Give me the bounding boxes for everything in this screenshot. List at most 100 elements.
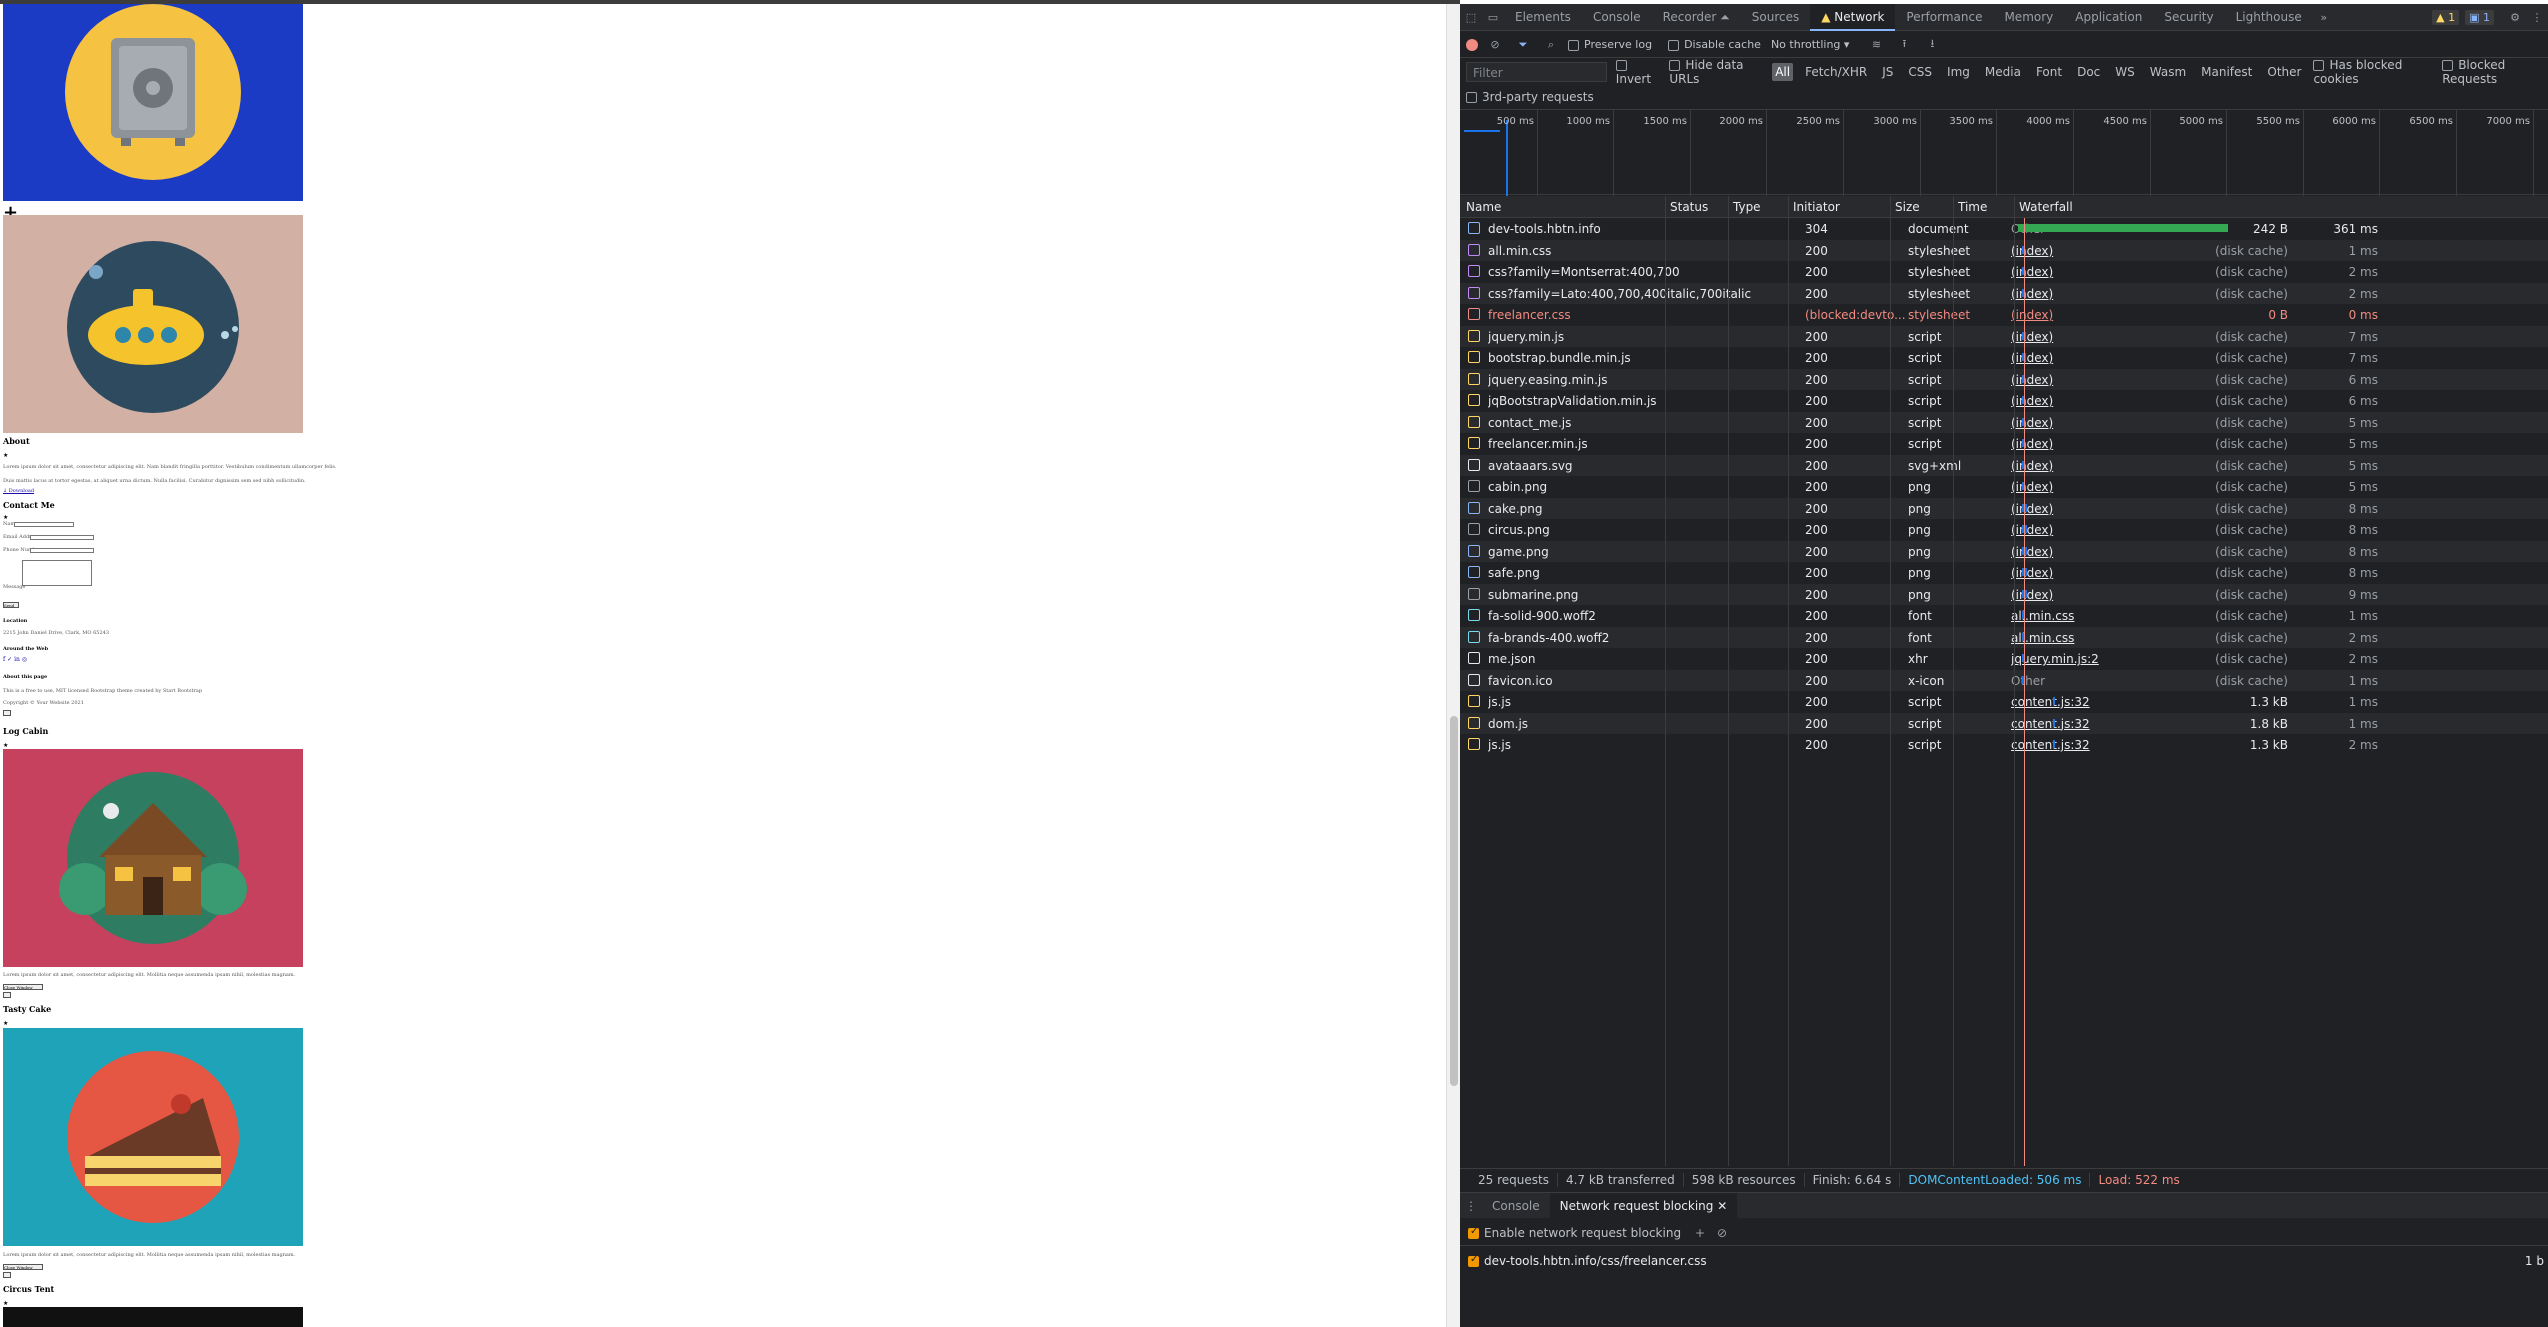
request-row[interactable]: safe.png 200 png (index) (disk cache) 8 ms [1460, 562, 2548, 584]
has-blocked-cookies-checkbox[interactable]: Has blocked cookies [2313, 58, 2433, 86]
request-name[interactable]: freelancer.css [1488, 308, 1793, 322]
type-filter-js[interactable]: JS [1879, 63, 1896, 81]
social-icons[interactable]: f ✓ in ◎ [3, 656, 27, 664]
request-initiator[interactable]: all.min.css [2011, 609, 2171, 623]
request-name[interactable]: all.min.css [1488, 244, 1793, 258]
request-initiator[interactable]: (index) [2011, 523, 2171, 537]
filter-icon[interactable]: ⏷ [1512, 34, 1534, 56]
request-name[interactable]: jquery.min.js [1488, 330, 1793, 344]
page-scrollbar[interactable] [1446, 4, 1460, 1327]
request-initiator[interactable]: (index) [2011, 588, 2171, 602]
tab-application[interactable]: Application [2064, 4, 2153, 31]
request-initiator[interactable]: (index) [2011, 373, 2171, 387]
request-row[interactable]: bootstrap.bundle.min.js 200 script (index)(… [1460, 347, 2548, 369]
request-row[interactable]: freelancer.min.js 200 script (index) (disk c… [1460, 433, 2548, 455]
phone-input[interactable] [30, 548, 94, 553]
type-filter-ws[interactable]: WS [2112, 63, 2137, 81]
request-row[interactable]: cabin.png 200 png (index) (disk cache) 5 ms [1460, 476, 2548, 498]
kebab-menu-icon[interactable]: ⋮ [2526, 6, 2548, 28]
request-row[interactable]: dom.js 200 script content.js:32 1.8 kB 1 ms [1460, 712, 2548, 734]
timeline-overview[interactable]: 500 ms 1000 ms 1500 ms 2000 ms 2500 ms 3000 m… [1460, 109, 2548, 196]
request-name[interactable]: css?family=Lato:400,700,400italic,700ita… [1488, 287, 1793, 301]
safe-image[interactable] [3, 4, 303, 201]
request-initiator[interactable]: (index) [2011, 437, 2171, 451]
col-waterfall[interactable]: Waterfall [2019, 200, 2073, 214]
tab-elements[interactable]: Elements [1504, 4, 1582, 31]
hide-data-urls-box[interactable] [1669, 60, 1681, 71]
request-row[interactable]: contact_me.js 200 script (index) (disk cache… [1460, 411, 2548, 433]
drawer-tab-console[interactable]: Console [1482, 1193, 1550, 1219]
request-row[interactable]: dev-tools.hbtn.info304documentOther242 B… [1460, 218, 2548, 240]
third-party-checkbox[interactable]: 3rd-party requests [1466, 90, 1594, 104]
request-name[interactable]: dom.js [1488, 717, 1793, 731]
tab-recorder[interactable]: Recorder ⏶ [1652, 4, 1741, 31]
request-name[interactable]: cake.png [1488, 502, 1793, 516]
request-row[interactable]: freelancer.css (blocked:devto... styleshee… [1460, 304, 2548, 326]
tab-performance[interactable]: Performance [1895, 4, 1993, 31]
request-row[interactable]: game.png 200 png (index) (disk cache) 8 ms [1460, 540, 2548, 562]
request-name[interactable]: circus.png [1488, 523, 1793, 537]
request-name[interactable]: jqBootstrapValidation.min.js [1488, 394, 1793, 408]
export-har-icon[interactable]: ⭳ [1921, 34, 1943, 56]
wifi-conditions-icon[interactable]: ≋ [1865, 34, 1887, 56]
type-filter-other[interactable]: Other [2264, 63, 2304, 81]
type-filter-media[interactable]: Media [1982, 63, 2024, 81]
drawer-tab-request-blocking[interactable]: Network request blocking ✕ [1549, 1192, 1738, 1219]
request-initiator[interactable]: content.js:32 [2011, 738, 2171, 752]
request-name[interactable]: jquery.easing.min.js [1488, 373, 1793, 387]
cake-image[interactable] [3, 1028, 303, 1246]
invert-box[interactable] [1615, 60, 1627, 71]
disable-cache-box[interactable] [1668, 39, 1680, 51]
request-row[interactable]: js.js 200 script content.js:32 1.3 kB 2 ms [1460, 734, 2548, 756]
scroll-top-button[interactable] [3, 710, 11, 716]
close-icon[interactable]: ✕ [1717, 1199, 1727, 1213]
request-initiator[interactable]: (index) [2011, 545, 2171, 559]
request-row[interactable]: jqBootstrapValidation.min.js 200 script (in… [1460, 390, 2548, 412]
request-row[interactable]: js.js 200 script content.js:32 1.3 kB 1 ms [1460, 691, 2548, 713]
request-initiator[interactable]: (index) [2011, 416, 2171, 430]
settings-gear-icon[interactable]: ⚙ [2504, 6, 2526, 28]
drawer-menu-icon[interactable]: ⋮ [1460, 1195, 1482, 1217]
tab-sources[interactable]: Sources [1741, 4, 1810, 31]
cabin-x-button[interactable] [3, 992, 11, 998]
request-initiator[interactable]: (index) [2011, 308, 2171, 322]
type-filter-img[interactable]: Img [1944, 63, 1973, 81]
request-initiator[interactable]: (index) [2011, 480, 2171, 494]
request-initiator[interactable]: (index) [2011, 244, 2171, 258]
col-size[interactable]: Size [1895, 200, 1920, 214]
more-tabs-chevron-icon[interactable]: » [2313, 6, 2335, 28]
col-status[interactable]: Status [1670, 200, 1708, 214]
request-row[interactable]: avataaars.svg 200 svg+xml (index) (disk cach… [1460, 454, 2548, 476]
request-name[interactable]: safe.png [1488, 566, 1793, 580]
record-icon[interactable] [1466, 38, 1478, 51]
request-initiator[interactable]: (index) [2011, 394, 2171, 408]
cabin-close-button[interactable]: Close Window [3, 984, 43, 990]
enable-blocking-box[interactable] [1468, 1226, 1479, 1239]
name-input[interactable] [14, 522, 74, 527]
type-filter-fetch-xhr[interactable]: Fetch/XHR [1802, 63, 1870, 81]
request-row[interactable]: favicon.ico 200 x-icon Other (disk cache) 1 m… [1460, 669, 2548, 691]
remove-all-patterns-icon[interactable]: ⊘ [1711, 1222, 1733, 1244]
circus-image[interactable] [3, 1307, 303, 1327]
hide-data-urls-checkbox[interactable]: Hide data URLs [1669, 58, 1763, 86]
email-input[interactable] [30, 535, 94, 540]
request-name[interactable]: game.png [1488, 545, 1793, 559]
blocked-pattern-row[interactable]: dev-tools.hbtn.info/css/freelancer.css 1… [1460, 1248, 2548, 1274]
download-link[interactable]: ⤓ Download [3, 488, 34, 495]
request-name[interactable]: js.js [1488, 695, 1793, 709]
tab-network[interactable]: ▲ Network [1810, 4, 1896, 31]
type-filter-font[interactable]: Font [2033, 63, 2065, 81]
search-icon[interactable]: ⌕ [1540, 34, 1562, 56]
request-row[interactable]: cake.png 200 png (index) (disk cache) 8 ms [1460, 497, 2548, 519]
preserve-log-box[interactable] [1568, 39, 1579, 51]
request-row[interactable]: jquery.easing.min.js 200 script (index) (dis… [1460, 368, 2548, 390]
has-blocked-cookies-box[interactable] [2313, 60, 2325, 71]
type-filter-manifest[interactable]: Manifest [2198, 63, 2255, 81]
request-name[interactable]: cabin.png [1488, 480, 1793, 494]
cabin-image[interactable] [3, 749, 303, 967]
blocked-requests-checkbox[interactable]: Blocked Requests [2442, 58, 2548, 86]
request-initiator[interactable]: all.min.css [2011, 631, 2171, 645]
request-initiator[interactable]: content.js:32 [2011, 717, 2171, 731]
request-name[interactable]: contact_me.js [1488, 416, 1793, 430]
request-initiator[interactable]: (index) [2011, 351, 2171, 365]
